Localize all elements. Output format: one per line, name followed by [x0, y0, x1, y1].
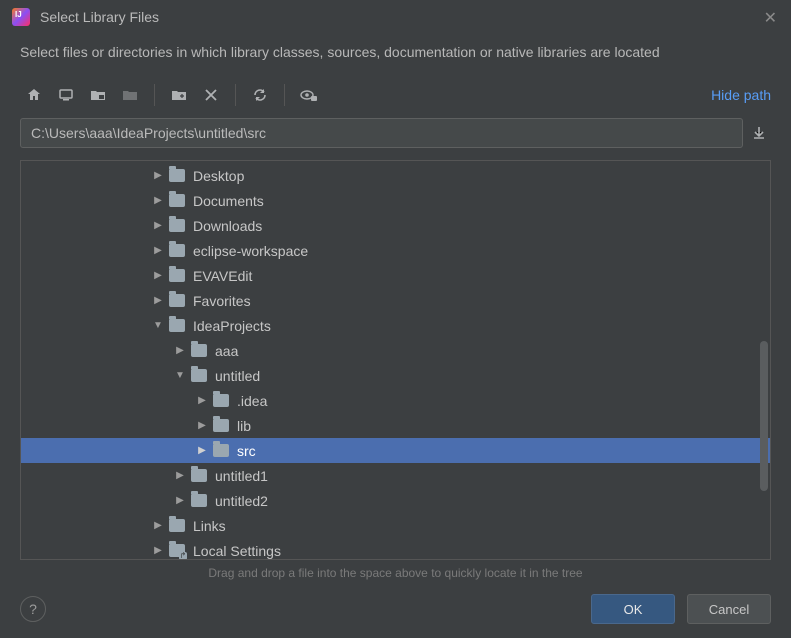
toolbar-separator [284, 84, 285, 106]
folder-icon [169, 219, 185, 232]
folder-icon [169, 169, 185, 182]
folder-icon [213, 419, 229, 432]
tree-row[interactable]: ▶ .idea [21, 388, 770, 413]
tree-row-label: untitled2 [215, 493, 268, 509]
tree-row[interactable]: ▶ EVAVEdit [21, 263, 770, 288]
new-folder-icon[interactable] [165, 82, 193, 108]
download-icon[interactable] [751, 125, 771, 141]
folder-icon [191, 369, 207, 382]
toolbar-separator [235, 84, 236, 106]
toolbar-separator [154, 84, 155, 106]
chevron-right-icon[interactable]: ▶ [151, 545, 165, 556]
folder-icon [213, 394, 229, 407]
chevron-right-icon[interactable]: ▶ [195, 445, 209, 456]
folder-icon [213, 444, 229, 457]
tree-row-label: untitled [215, 368, 260, 384]
chevron-right-icon[interactable]: ▶ [195, 420, 209, 431]
path-row [0, 114, 791, 152]
folder-icon [169, 519, 185, 532]
ok-button[interactable]: OK [591, 594, 675, 624]
folder-icon [169, 319, 185, 332]
tree-row[interactable]: ▶ src [21, 438, 770, 463]
folder-icon [169, 294, 185, 307]
chevron-right-icon[interactable]: ▶ [151, 220, 165, 231]
tree-row[interactable]: ▶ Downloads [21, 213, 770, 238]
chevron-right-icon[interactable]: ▶ [151, 195, 165, 206]
app-icon [12, 8, 30, 26]
chevron-right-icon[interactable]: ▶ [151, 295, 165, 306]
tree-row-label: EVAVEdit [193, 268, 252, 284]
tree-row[interactable]: ▶ Documents [21, 188, 770, 213]
tree-row-label: Links [193, 518, 226, 534]
chevron-right-icon[interactable]: ▶ [151, 270, 165, 281]
tree-row-label: src [237, 443, 256, 459]
tree-row-label: .idea [237, 393, 267, 409]
scrollbar-thumb[interactable] [760, 341, 768, 491]
home-icon[interactable] [20, 82, 48, 108]
tree-row-label: Desktop [193, 168, 244, 184]
hide-path-link[interactable]: Hide path [711, 87, 771, 103]
folder-icon [169, 544, 185, 557]
tree-row[interactable]: ▶ untitled2 [21, 488, 770, 513]
cancel-button-label: Cancel [709, 602, 749, 617]
tree-row-label: untitled1 [215, 468, 268, 484]
dialog-title: Select Library Files [40, 9, 159, 25]
tree-row[interactable]: ▶ lib [21, 413, 770, 438]
tree-row[interactable]: ▼ IdeaProjects [21, 313, 770, 338]
folder-icon [191, 344, 207, 357]
close-icon[interactable]: ✕ [764, 8, 777, 28]
tree-row[interactable]: ▶ Links [21, 513, 770, 538]
folder-icon [169, 194, 185, 207]
tree-row-label: Favorites [193, 293, 251, 309]
dialog-subtitle: Select files or directories in which lib… [0, 34, 791, 76]
chevron-right-icon[interactable]: ▶ [173, 345, 187, 356]
refresh-icon[interactable] [246, 82, 274, 108]
chevron-right-icon[interactable]: ▶ [151, 245, 165, 256]
chevron-down-icon[interactable]: ▼ [173, 370, 187, 381]
chevron-right-icon[interactable]: ▶ [173, 470, 187, 481]
toolbar: Hide path [0, 76, 791, 114]
tree-row[interactable]: ▼ untitled [21, 363, 770, 388]
chevron-right-icon[interactable]: ▶ [195, 395, 209, 406]
chevron-right-icon[interactable]: ▶ [151, 170, 165, 181]
tree-row-label: Downloads [193, 218, 262, 234]
folder-icon [169, 244, 185, 257]
chevron-right-icon[interactable]: ▶ [173, 495, 187, 506]
chevron-right-icon[interactable]: ▶ [151, 520, 165, 531]
project-folder-icon[interactable] [84, 82, 112, 108]
show-hidden-icon[interactable] [295, 82, 323, 108]
ok-button-label: OK [624, 602, 643, 617]
tree-row[interactable]: ▶ Local Settings [21, 538, 770, 560]
title-bar: Select Library Files ✕ [0, 0, 791, 34]
module-folder-icon [116, 82, 144, 108]
drag-hint: Drag and drop a file into the space abov… [0, 560, 791, 582]
tree-row-label: lib [237, 418, 251, 434]
file-tree[interactable]: ▶ Desktop ▶ Documents ▶ Downloads ▶ eclipse-wor… [20, 160, 771, 560]
tree-row[interactable]: ▶ Favorites [21, 288, 770, 313]
tree-row[interactable]: ▶ eclipse-workspace [21, 238, 770, 263]
tree-row-label: Documents [193, 193, 264, 209]
tree-row[interactable]: ▶ untitled1 [21, 463, 770, 488]
folder-icon [191, 494, 207, 507]
dialog-footer: ? OK Cancel [0, 582, 791, 638]
tree-row-label: eclipse-workspace [193, 243, 308, 259]
delete-icon[interactable] [197, 82, 225, 108]
path-input[interactable] [20, 118, 743, 148]
tree-row[interactable]: ▶ Desktop [21, 163, 770, 188]
chevron-down-icon[interactable]: ▼ [151, 320, 165, 331]
tree-row-label: IdeaProjects [193, 318, 271, 334]
folder-icon [191, 469, 207, 482]
desktop-icon[interactable] [52, 82, 80, 108]
tree-row-label: Local Settings [193, 543, 281, 559]
tree-row-label: aaa [215, 343, 238, 359]
cancel-button[interactable]: Cancel [687, 594, 771, 624]
folder-icon [169, 269, 185, 282]
tree-row[interactable]: ▶ aaa [21, 338, 770, 363]
help-button[interactable]: ? [20, 596, 46, 622]
